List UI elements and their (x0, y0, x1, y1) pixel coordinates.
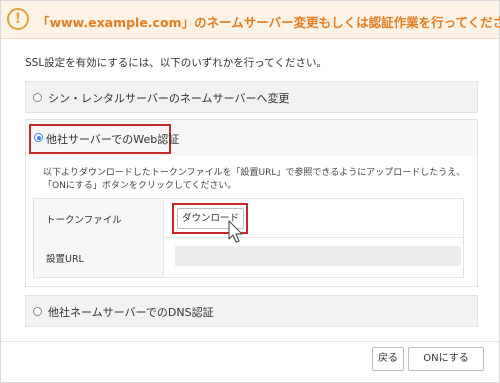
ssl-settings-dialog: ! 「www.example.com」のネームサーバー変更もしくは認証作業を行っ… (0, 0, 500, 383)
intro-text: SSL設定を有効にするには、以下のいずれかを行ってください。 (25, 57, 327, 69)
warning-banner: ! 「www.example.com」のネームサーバー変更もしくは認証作業を行っ… (1, 1, 500, 39)
mouse-cursor-icon (228, 220, 243, 243)
token-file-row: トークンファイル ダウンロード (34, 199, 463, 238)
turn-on-button[interactable]: ONにする (408, 347, 484, 371)
option-dns-auth[interactable]: 他社ネームサーバーでのDNS認証 (25, 295, 478, 327)
install-url-label-cell: 設置URL (34, 238, 164, 277)
option-web-auth[interactable]: 他社サーバーでのWeb認証 (26, 120, 477, 156)
option-label: 他社ネームサーバーでのDNS認証 (48, 306, 214, 319)
option-change-nameserver[interactable]: シン・レンタルサーバーのネームサーバーへ変更 (25, 81, 478, 113)
radio-button-selected[interactable] (34, 133, 43, 142)
install-url-row: 設置URL (34, 238, 463, 277)
web-auth-body: 以下よりダウンロードしたトークンファイルを「設置URL」で参照できるようにアップ… (26, 156, 477, 286)
radio-button[interactable] (33, 307, 42, 316)
footer-divider (1, 341, 499, 342)
install-url-label: 設置URL (46, 254, 84, 265)
option-label: シン・レンタルサーバーのネームサーバーへ変更 (48, 92, 290, 105)
radio-button[interactable] (33, 93, 42, 102)
back-button[interactable]: 戻る (372, 347, 404, 371)
web-auth-form-table: トークンファイル ダウンロード 設置URL (33, 198, 464, 278)
description-line: 以下よりダウンロードしたトークンファイルを「設置URL」で参照できるようにアップ… (43, 168, 466, 178)
warning-title: 「www.example.com」のネームサーバー変更もしくは認証作業を行ってく… (37, 15, 500, 30)
description-line: 「ONにする」ボタンをクリックしてください。 (43, 181, 237, 191)
token-file-label-cell: トークンファイル (34, 199, 164, 238)
option-label: 他社サーバーでのWeb認証 (46, 133, 180, 146)
token-file-label: トークンファイル (46, 215, 122, 226)
web-auth-description: 以下よりダウンロードしたトークンファイルを「設置URL」で参照できるようにアップ… (43, 167, 465, 193)
exclamation-circle-icon: ! (7, 8, 29, 30)
install-url-field[interactable] (175, 246, 461, 266)
web-auth-panel: 他社サーバーでのWeb認証 以下よりダウンロードしたトークンファイルを「設置UR… (25, 119, 478, 287)
